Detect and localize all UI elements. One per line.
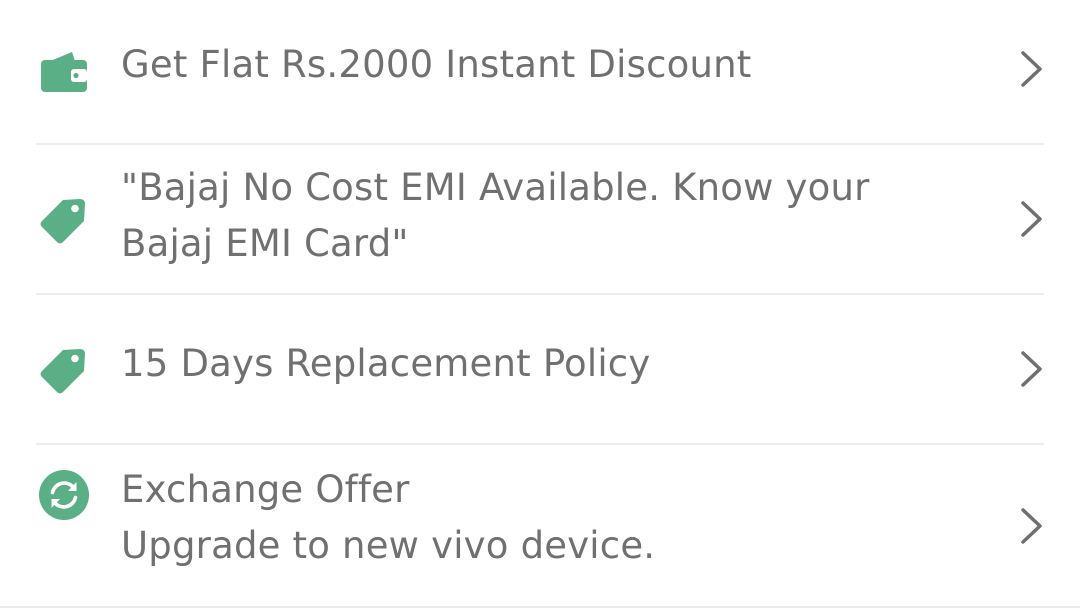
offer-text: Get Flat Rs.2000 Instant Discount [121,37,951,93]
offer-line: Exchange Offer [121,468,410,511]
offer-line: "Bajaj No Cost EMI Available. Know your [121,166,870,209]
offer-line: Bajaj EMI Card" [121,222,409,265]
offer-list: Get Flat Rs.2000 Instant Discount "Bajaj… [0,0,1080,615]
chevron-right-icon[interactable] [1014,197,1048,241]
offer-row-bajaj-emi[interactable]: "Bajaj No Cost EMI Available. Know your … [0,145,1080,293]
offer-row-instant-discount[interactable]: Get Flat Rs.2000 Instant Discount [0,0,1080,143]
offer-text: 15 Days Replacement Policy [121,336,951,392]
wallet-icon [38,45,90,97]
row-divider [0,606,1080,608]
offer-text: Exchange Offer Upgrade to new vivo devic… [121,462,951,574]
exchange-icon [38,469,90,521]
chevron-right-icon[interactable] [1014,504,1048,548]
offer-row-exchange[interactable]: Exchange Offer Upgrade to new vivo devic… [0,445,1080,605]
chevron-right-icon[interactable] [1014,347,1048,391]
offer-text: "Bajaj No Cost EMI Available. Know your … [121,160,951,272]
chevron-right-icon[interactable] [1014,47,1048,91]
offer-line: 15 Days Replacement Policy [121,342,651,385]
tag-icon [38,193,90,245]
offer-line: Upgrade to new vivo device. [121,524,656,567]
offer-row-replacement-policy[interactable]: 15 Days Replacement Policy [0,295,1080,443]
tag-icon [38,343,90,395]
offer-line: Get Flat Rs.2000 Instant Discount [121,43,752,86]
